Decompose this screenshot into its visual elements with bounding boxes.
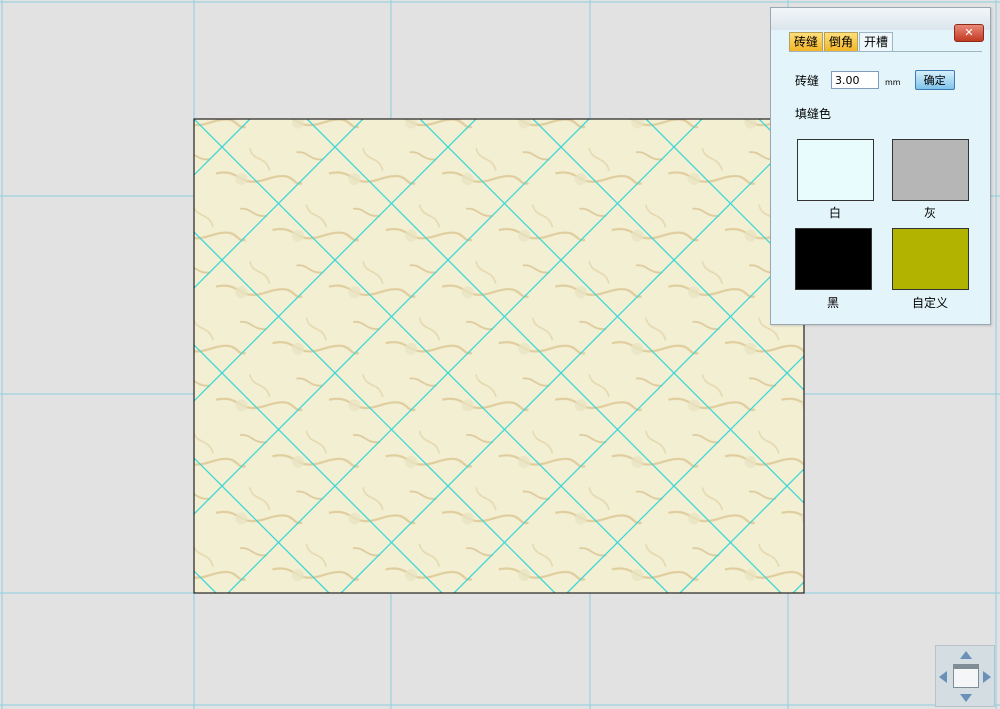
swatch-custom-label: 自定义	[911, 296, 948, 310]
tile-fill	[194, 119, 804, 593]
tab-groove[interactable]: 开槽	[859, 32, 894, 51]
gap-row: 砖缝 mm 确定	[795, 69, 955, 91]
swatch-custom[interactable]	[892, 228, 969, 290]
tab-divider	[789, 51, 982, 52]
panel-tabs: 砖缝 倒角 开槽	[789, 32, 894, 52]
arrow-down-icon[interactable]	[960, 694, 972, 702]
grout-settings-panel[interactable]: ✕ 砖缝 倒角 开槽 砖缝 mm 确定 填缝色 白 灰 黑 自定义	[770, 7, 991, 325]
view-navigator[interactable]	[935, 645, 995, 707]
viewport-frame[interactable]	[953, 664, 979, 688]
grout-line	[0, 119, 24, 593]
close-button[interactable]: ✕	[954, 24, 984, 42]
swatch-gray[interactable]	[892, 139, 969, 201]
swatch-white[interactable]	[797, 139, 874, 201]
grout-line	[194, 570, 217, 593]
confirm-button[interactable]: 确定	[914, 70, 955, 90]
fill-color-title: 填缝色	[795, 107, 832, 121]
swatch-black-label: 黑	[826, 296, 839, 310]
close-icon: ✕	[964, 26, 974, 39]
gap-label: 砖缝	[795, 73, 820, 88]
arrow-right-icon[interactable]	[983, 671, 991, 683]
arrow-up-icon[interactable]	[960, 651, 972, 659]
swatch-black[interactable]	[795, 228, 872, 290]
gap-unit: mm	[885, 77, 901, 87]
tab-grout[interactable]: 砖缝	[789, 32, 824, 51]
arrow-left-icon[interactable]	[939, 671, 947, 683]
grout-line	[0, 119, 137, 593]
gap-width-input[interactable]	[831, 71, 880, 89]
tab-bevel[interactable]: 倒角	[824, 32, 859, 51]
swatch-gray-label: 灰	[923, 206, 936, 220]
grout-line	[0, 119, 103, 593]
swatch-white-label: 白	[828, 206, 841, 220]
